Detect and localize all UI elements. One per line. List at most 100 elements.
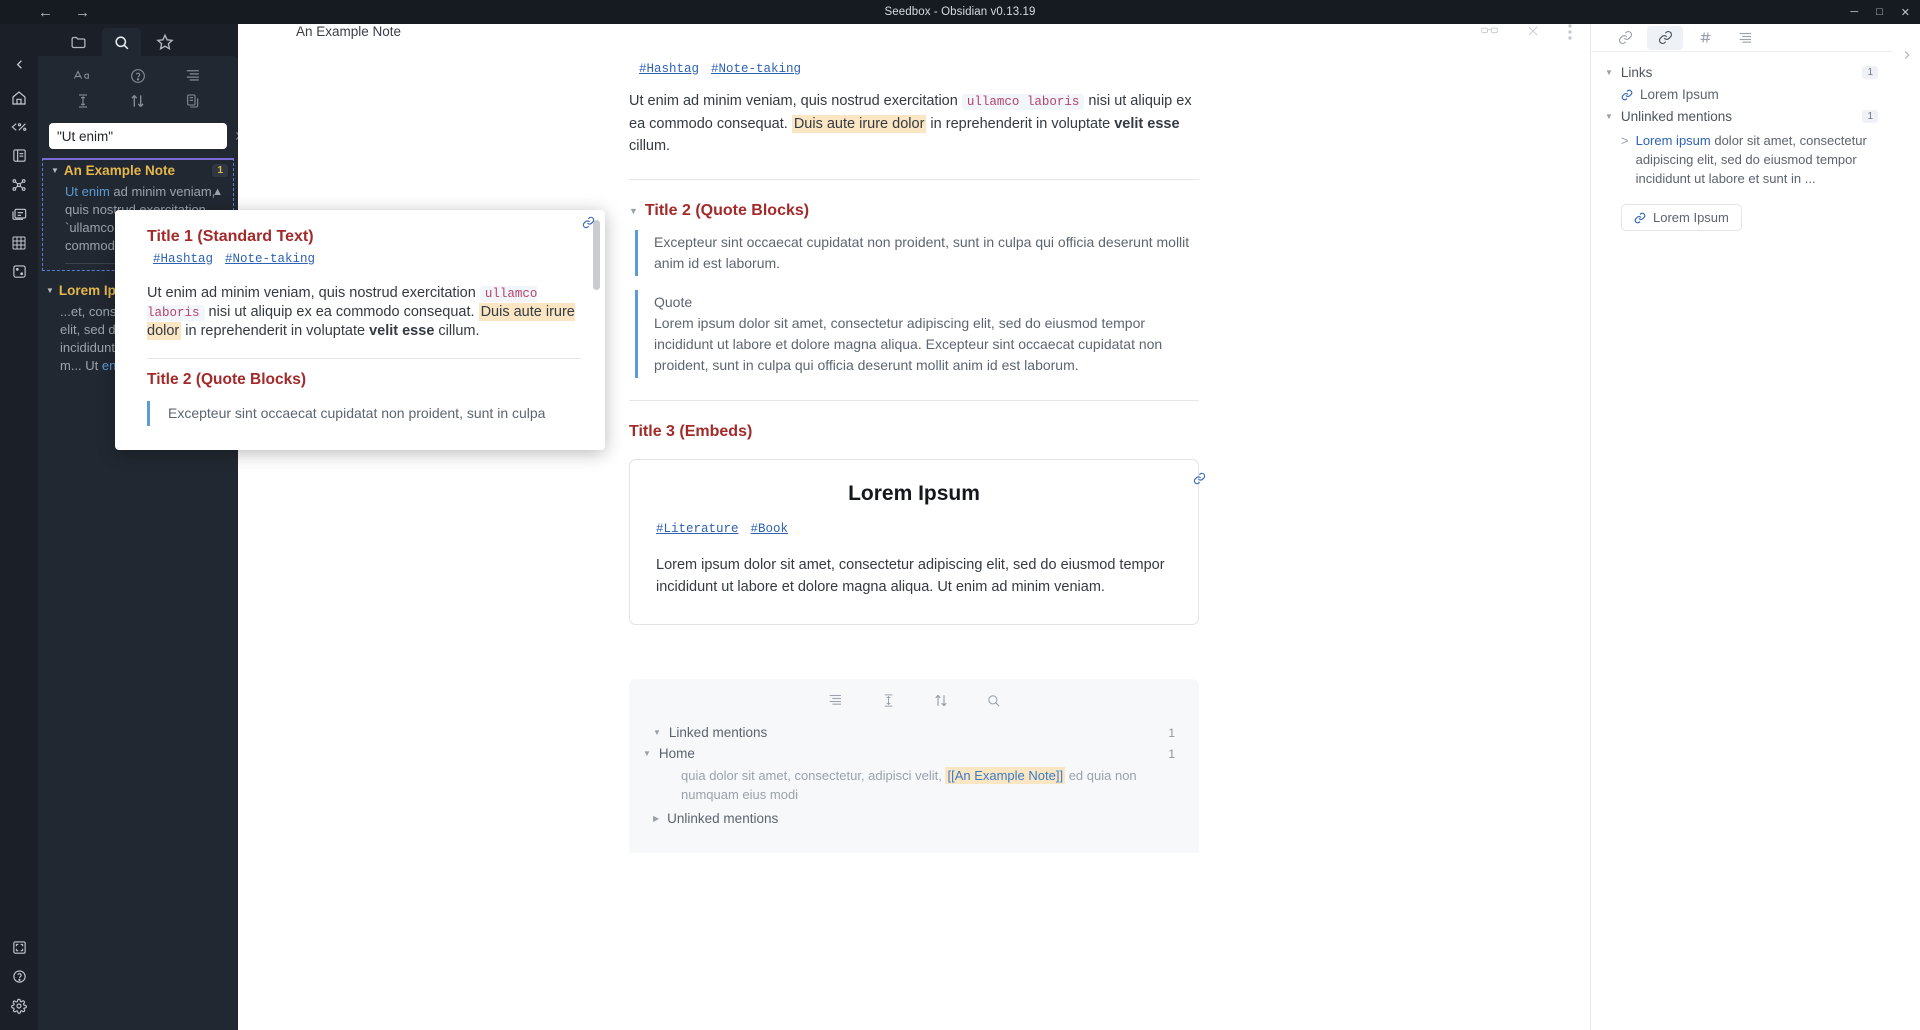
- backlinks-toolbar: [629, 689, 1199, 722]
- collapse-results-icon[interactable]: [184, 68, 201, 84]
- unlinked-mentions-row[interactable]: ▶ Unlinked mentions: [629, 808, 1199, 829]
- backlink-snippet-link[interactable]: [[An Example Note]]: [945, 767, 1066, 784]
- sidebar-item-starred[interactable]: [145, 28, 184, 56]
- chevron-right-icon[interactable]: ▶: [653, 814, 659, 823]
- editor-actions: [1481, 24, 1572, 40]
- unlinked-mention-snippet[interactable]: > Lorem ipsum dolor sit amet, consectetu…: [1605, 127, 1878, 194]
- page-title: An Example Note: [296, 24, 402, 39]
- chevron-up-icon[interactable]: ▲: [212, 183, 223, 201]
- graph-view-icon[interactable]: [0, 170, 38, 199]
- sort-order-icon[interactable]: [934, 693, 948, 708]
- dice-icon[interactable]: [0, 257, 38, 286]
- collapse-left-icon[interactable]: [0, 50, 38, 79]
- chevron-down-icon[interactable]: ▼: [51, 166, 59, 175]
- obsidian-window: ← → Seedbox - Obsidian v0.13.19 ─ □ ✕ "U…: [0, 0, 1920, 1030]
- tag-book[interactable]: #Book: [751, 522, 789, 536]
- chevron-down-icon[interactable]: ▼: [653, 728, 661, 737]
- collapse-results-icon[interactable]: [827, 693, 843, 708]
- popup-tag-note-taking[interactable]: #Note-taking: [225, 252, 315, 266]
- match-case-icon[interactable]: [73, 68, 93, 84]
- linked-mentions-row[interactable]: ▼ Linked mentions 1: [629, 722, 1199, 743]
- embedded-note-body: Lorem ipsum dolor sit amet, consectetur …: [656, 557, 1165, 595]
- link-item-label: Lorem Ipsum: [1640, 87, 1719, 102]
- sidebar-item-search[interactable]: [102, 28, 141, 56]
- chevron-down-icon[interactable]: ▼: [643, 749, 651, 758]
- note-composer-icon[interactable]: [0, 141, 38, 170]
- tag-hashtag[interactable]: #Hashtag: [639, 62, 699, 76]
- help-icon[interactable]: [0, 962, 38, 991]
- chevron-down-icon[interactable]: ▼: [629, 206, 638, 216]
- search-result-count: 1: [212, 164, 228, 177]
- links-section: ▼ Links 1 Lorem Ipsum ▼ Unlinked mention…: [1591, 52, 1892, 231]
- links-label: Links: [1620, 65, 1653, 80]
- tag-note-taking[interactable]: #Note-taking: [711, 62, 801, 76]
- popup-tag-hashtag[interactable]: #Hashtag: [153, 252, 213, 266]
- horizontal-rule: [629, 179, 1199, 180]
- editor-pane: An Example Note #Hashtag #Note-taking Ut…: [238, 24, 1590, 1030]
- search-result-title-row[interactable]: ▼ An Example Note 1: [43, 160, 233, 181]
- unlinked-mentions-label: Unlinked mentions: [1620, 109, 1732, 124]
- search-input[interactable]: [57, 128, 234, 144]
- search-toolbar: [38, 56, 238, 113]
- reading-view-icon[interactable]: [1481, 24, 1498, 40]
- screenshot-icon[interactable]: [0, 933, 38, 962]
- settings-icon[interactable]: [0, 991, 38, 1020]
- popup-bold-text: velit esse: [369, 323, 435, 339]
- more-options-icon[interactable]: [1568, 24, 1572, 40]
- chevron-down-icon[interactable]: ▼: [46, 286, 54, 295]
- code-percent-icon[interactable]: [0, 112, 38, 141]
- grid-icon[interactable]: [0, 228, 38, 257]
- copy-results-icon[interactable]: [185, 93, 201, 109]
- embedded-note-card[interactable]: Lorem Ipsum #Literature #Book Lorem ipsu…: [629, 459, 1206, 625]
- unlinked-mentions-header[interactable]: ▼ Unlinked mentions 1: [1605, 106, 1878, 127]
- minimize-button[interactable]: ─: [1850, 6, 1858, 19]
- back-icon[interactable]: ←: [38, 5, 53, 20]
- unlinked-mention-chip-label: Lorem Ipsum: [1653, 210, 1729, 225]
- expand-right-sidebar-icon[interactable]: [1900, 48, 1914, 66]
- sidebar-tab-strip: [38, 24, 238, 56]
- tag-literature[interactable]: #Literature: [656, 522, 739, 536]
- search-match-highlight: Ut enim: [65, 184, 110, 199]
- forward-icon[interactable]: →: [75, 5, 90, 20]
- popup-quote-block: Excepteur sint occaecat cupidatat non pr…: [147, 401, 581, 426]
- popup-para-part2: nisi ut aliquip ex ea commodo consequat.: [204, 304, 479, 320]
- nav-buttons: ← →: [38, 5, 90, 20]
- chevron-down-icon[interactable]: ▼: [1605, 112, 1613, 121]
- link-icon[interactable]: [582, 216, 595, 233]
- close-icon[interactable]: [1526, 24, 1540, 40]
- search-panel: ✕ ▼ An Example Note 1 ▲ Ut enim ad minim…: [38, 56, 246, 1030]
- maximize-button[interactable]: □: [1876, 6, 1883, 19]
- bold-text: velit esse: [1114, 116, 1180, 132]
- note-tags: #Hashtag #Note-taking: [639, 62, 1199, 76]
- unlinked-mention-chip[interactable]: Lorem Ipsum: [1621, 204, 1742, 231]
- explain-search-icon[interactable]: [75, 93, 91, 109]
- link-item-lorem-ipsum[interactable]: Lorem Ipsum: [1605, 83, 1878, 106]
- sidebar-item-files[interactable]: [59, 28, 98, 56]
- document-scroll[interactable]: #Hashtag #Note-taking Ut enim ad minim v…: [238, 56, 1590, 1030]
- tab-backlinks[interactable]: [1647, 25, 1683, 50]
- tab-outline[interactable]: [1727, 26, 1763, 50]
- link-icon[interactable]: [1193, 472, 1206, 489]
- backlink-snippet[interactable]: quia dolor sit amet, consectetur, adipis…: [629, 764, 1199, 808]
- card-stack-icon[interactable]: [0, 199, 38, 228]
- title-bar: ← → Seedbox - Obsidian v0.13.19 ─ □ ✕: [0, 0, 1920, 24]
- help-circle-icon[interactable]: [130, 68, 146, 84]
- home-icon[interactable]: [0, 83, 38, 112]
- popup-content: Title 1 (Standard Text) #Hashtag #Note-t…: [115, 210, 605, 426]
- close-window-button[interactable]: ✕: [1901, 6, 1910, 19]
- hover-preview-popup[interactable]: Title 1 (Standard Text) #Hashtag #Note-t…: [115, 210, 605, 450]
- search-backlinks-icon[interactable]: [986, 693, 1001, 708]
- links-count: 1: [1862, 66, 1878, 79]
- chevron-down-icon[interactable]: ▼: [1605, 68, 1613, 77]
- tab-outgoing-links[interactable]: [1607, 26, 1643, 50]
- links-header[interactable]: ▼ Links 1: [1605, 62, 1878, 83]
- left-sidebar: ✕ ▼ An Example Note 1 ▲ Ut enim ad minim…: [38, 24, 246, 1030]
- unlinked-mentions-count: 1: [1862, 110, 1878, 123]
- backlink-file-row[interactable]: ▼ Home 1: [629, 743, 1199, 764]
- backlinks-pane: ▼ Linked mentions 1 ▼ Home 1 quia dolor …: [629, 679, 1199, 853]
- tab-tags[interactable]: [1687, 26, 1723, 50]
- search-input-wrapper[interactable]: ✕: [49, 123, 246, 149]
- show-more-context-icon[interactable]: [881, 693, 896, 708]
- sort-order-icon[interactable]: [130, 93, 145, 109]
- linked-mentions-label: Linked mentions: [668, 725, 768, 740]
